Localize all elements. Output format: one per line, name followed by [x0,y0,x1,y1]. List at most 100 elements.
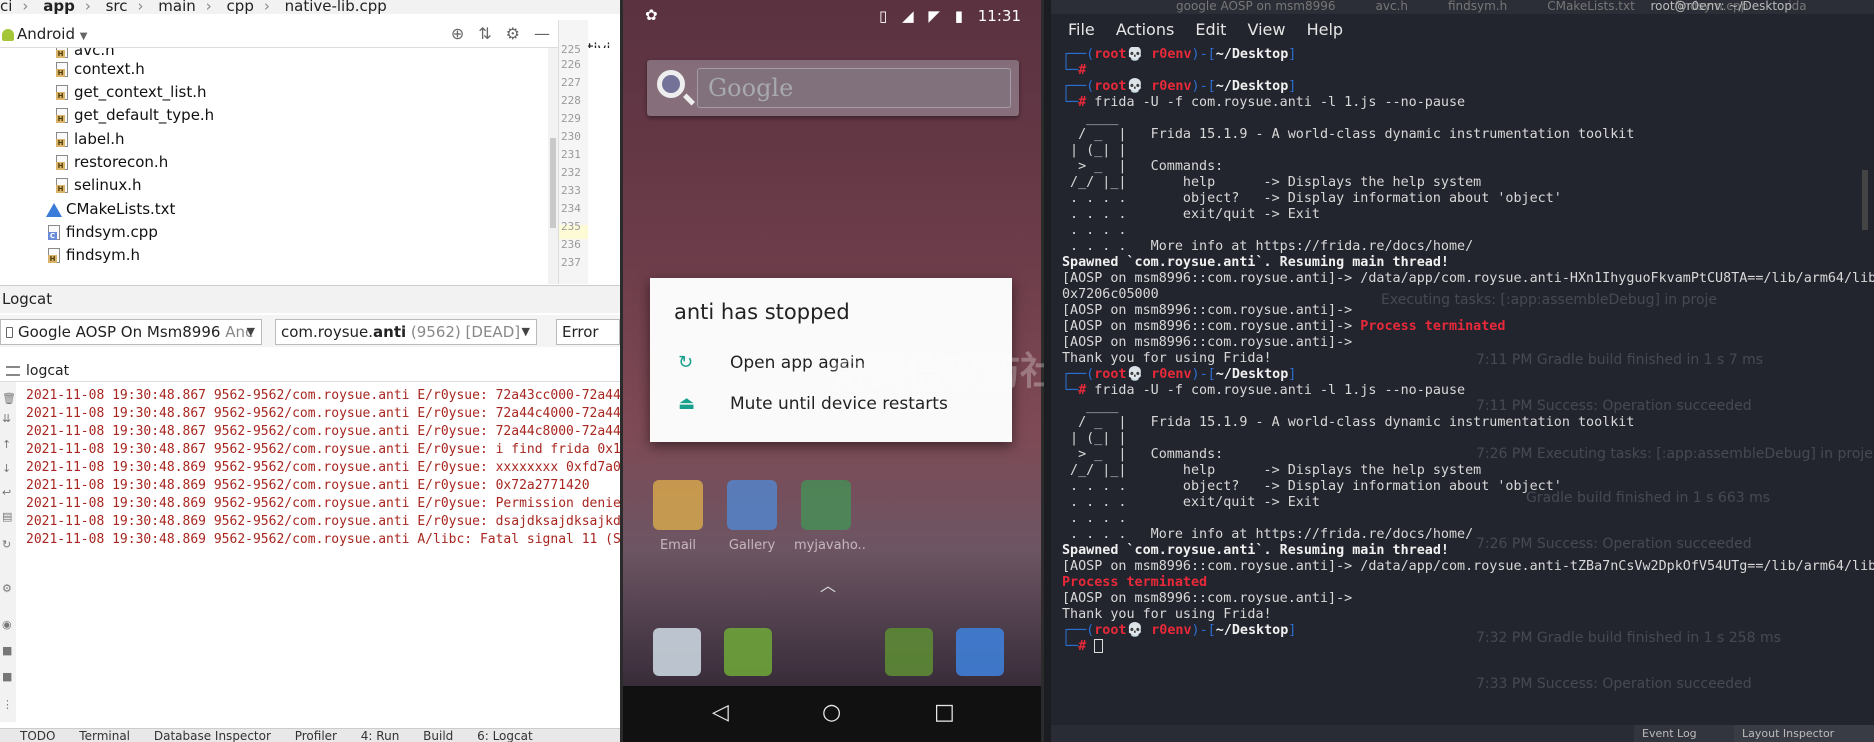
frida-banner-line: ____ [1062,111,1151,126]
myjavaho-app[interactable]: myjavaho.. [794,480,866,553]
tree-item[interactable]: restorecon.h [56,151,168,173]
breadcrumb-item[interactable]: app [43,0,75,14]
logcat-output[interactable]: 2021-11-08 19:30:48.867 9562-9562/com.ro… [26,387,620,587]
tree-item[interactable]: CMakeLists.txt [46,198,175,220]
minimize-icon[interactable]: — [534,24,550,43]
frida-banner-line: /_/ |_| help -> Displays the help system [1062,463,1482,478]
header-file-icon [56,178,68,193]
tree-item[interactable]: context.h [56,58,145,80]
tool-tab[interactable]: Profiler [295,729,337,742]
camera-icon[interactable]: ◉ [2,618,12,631]
spawned-line: Spawned `com.roysue.anti`. Resuming main… [1062,543,1449,558]
trash-icon[interactable]: 🗑 [2,392,16,405]
camera-app-icon[interactable] [956,628,1004,676]
menu-help[interactable]: Help [1307,20,1343,39]
tree-item[interactable]: selinux.h [56,174,142,196]
back-icon[interactable]: ◁ [712,700,729,725]
gear-icon[interactable]: ⚙ [506,24,520,43]
more-icon[interactable]: ⋮ [2,698,13,711]
device-select[interactable]: Google AOSP On Msm8996 Anc ▼ [0,319,262,345]
terminal-scrollbar[interactable] [1862,170,1868,230]
tree-item[interactable]: label.h [56,128,125,150]
print-icon[interactable]: ▤ [2,510,12,523]
locate-icon[interactable]: ⊕ [451,24,464,43]
frida-banner-line: > _ | Commands: [1062,159,1224,174]
gear-icon[interactable]: ⚙ [2,582,12,595]
google-search-widget[interactable]: Google [647,60,1019,116]
log-level-select[interactable]: Error [556,319,620,345]
cursor [1094,639,1104,653]
frida-output-line: [AOSP on msm8996::com.roysue.anti]-> [1062,335,1353,350]
tool-tab[interactable]: Terminal [79,729,130,742]
watermark: 奇安信攻防社区 [830,349,1044,393]
tree-item[interactable]: findsym.h [48,244,140,266]
line-number: 237 [561,256,581,269]
menu-edit[interactable]: Edit [1195,20,1226,39]
tool-tab[interactable]: TODO [20,729,55,742]
log-line: 2021-11-08 19:30:48.869 9562-9562/com.ro… [26,496,620,511]
log-line: 2021-11-08 19:30:48.869 9562-9562/com.ro… [26,478,590,493]
app-drawer-chevron-icon[interactable]: ︿ [820,572,836,596]
active-prompt-line: └─# [1062,639,1874,655]
email-app[interactable]: Email [646,480,710,553]
search-box[interactable]: Google [697,68,1011,108]
layout-inspector-tab[interactable]: Layout Inspector [1734,725,1874,742]
cmake-icon [46,202,62,217]
wrap-icon[interactable]: ↩ [2,486,11,499]
frida-banner-line: /_/ |_| help -> Displays the help system [1062,175,1482,190]
logcat-tab[interactable]: logcat [0,360,620,382]
phone-app-icon[interactable] [653,628,701,676]
process-terminated-line: Process terminated [1062,575,1208,590]
command-line: └─# frida -U -f com.roysue.anti -l 1.js … [1062,95,1466,110]
tree-item[interactable]: get_default_type.h [56,104,214,126]
project-view-dropdown[interactable]: Android ▼ [0,25,87,43]
tree-item[interactable]: get_context_list.h [56,81,206,103]
gallery-app[interactable]: Gallery [720,480,784,553]
stop-icon[interactable]: ■ [2,670,12,683]
code-editor[interactable] [588,48,620,284]
android-package-app-icon[interactable] [885,628,933,676]
tree-item[interactable]: findsym.cpp [48,221,158,243]
home-icon[interactable]: ○ [822,700,841,725]
line-number: 229 [561,112,581,125]
tool-tab[interactable]: 6: Logcat [477,729,533,742]
process-select[interactable]: com.roysue.anti (9562) [DEAD] ▼ [275,319,537,345]
menu-file[interactable]: File [1068,20,1095,39]
frida-banner-line: / _ | Frida 15.1.9 - A world-class dynam… [1062,415,1635,430]
breadcrumb-item[interactable]: main [158,0,195,14]
thanks-line: Thank you for using Frida! [1062,351,1272,366]
event-log-tab[interactable]: Event Log [1634,725,1734,742]
scroll-end-icon[interactable]: ⇊ [2,412,11,425]
frida-banner-line: . . . . More info at https://frida.re/do… [1062,527,1474,542]
breadcrumb-item[interactable]: cpp [227,0,254,14]
breadcrumb-item[interactable]: src [106,0,128,14]
tool-tab[interactable]: Database Inspector [154,729,271,742]
breadcrumb-item[interactable]: native-lib.cpp [285,0,387,14]
gallery-icon [727,480,777,530]
line-number: 232 [561,166,581,179]
restart-icon[interactable]: ↻ [2,538,11,551]
tool-tab[interactable]: 4: Run [361,729,400,742]
menu-view[interactable]: View [1248,20,1286,39]
menu-actions[interactable]: Actions [1116,20,1174,39]
dialog-title: anti has stopped [674,300,850,324]
log-line: 2021-11-08 19:30:48.867 9562-9562/com.ro… [26,388,620,403]
frida-banner-line: . . . . exit/quit -> Exit [1062,495,1320,510]
messaging-app-icon[interactable] [724,628,772,676]
log-line: 2021-11-08 19:30:48.869 9562-9562/com.ro… [26,532,620,547]
line-number: 226 [561,58,581,71]
collapse-icon[interactable]: ⇅ [478,24,491,43]
up-icon[interactable]: ↑ [2,438,11,451]
logcat-filters: Google AOSP On Msm8996 Anc ▼ com.roysue.… [0,315,620,347]
recents-icon[interactable]: □ [934,700,955,725]
line-number: 234 [561,202,581,215]
video-icon[interactable]: ■ [2,644,12,657]
log-line: 2021-11-08 19:30:48.867 9562-9562/com.ro… [26,424,620,439]
down-icon[interactable]: ↓ [2,462,11,475]
tree-scrollbar[interactable] [548,48,558,284]
breadcrumb-item[interactable]: ci [0,0,12,14]
tool-tab[interactable]: Build [423,729,453,742]
scrollbar-thumb[interactable] [550,138,556,228]
frida-banner-line: | (_| | [1062,143,1151,158]
terminal-output[interactable]: ┌──(root💀 r0env)-[~/Desktop] └─# ┌──(root💀… [1062,47,1874,725]
